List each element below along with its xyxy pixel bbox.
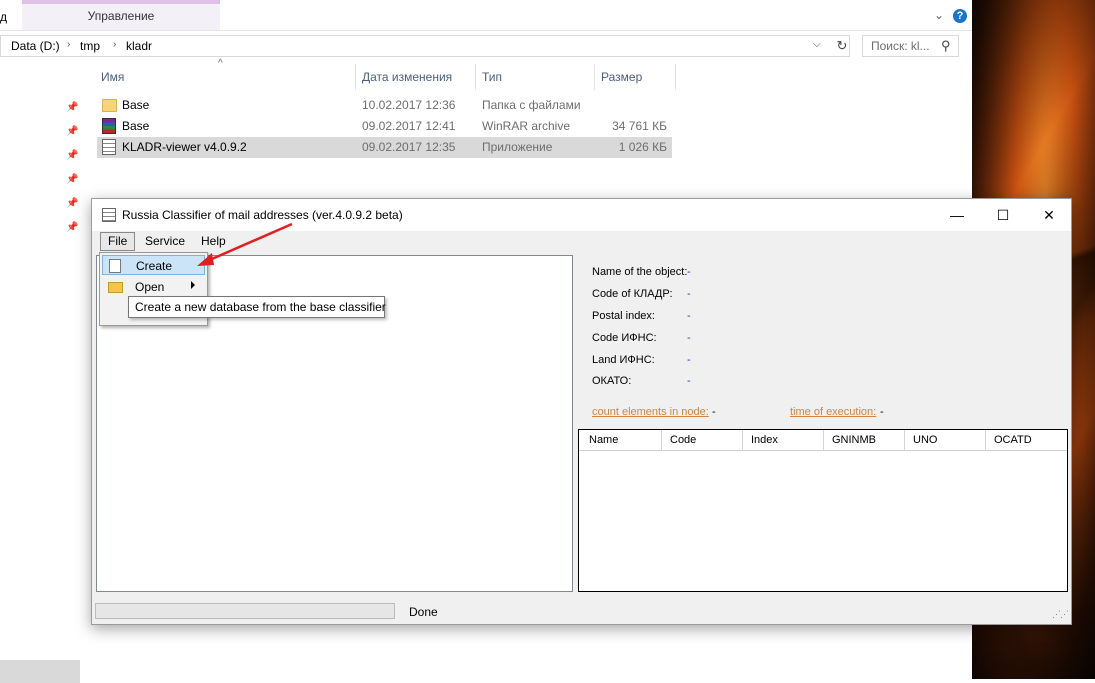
window-title: Russia Classifier of mail addresses [122,208,309,222]
column-header-date[interactable]: Дата изменения [362,70,452,84]
info-value: - [687,310,691,322]
navigation-pane: 📌 📌 📌 📌 📌 📌 [0,60,80,683]
menu-item-label: Create [136,259,173,273]
file-date: 09.02.2017 12:35 [362,140,456,154]
search-icon[interactable]: ⚲ [941,38,951,54]
file-row-selected[interactable]: KLADR-viewer v4.0.9.2 09.02.2017 12:35 П… [97,137,672,158]
info-value: - [687,375,691,387]
menu-help[interactable]: Help [194,232,233,251]
status-text: Done [409,605,438,619]
pin-icon[interactable]: 📌 [66,198,78,209]
object-info-panel: Name of the object: - Code of КЛАДР: - P… [576,255,1070,592]
pin-icon[interactable]: 📌 [66,174,78,185]
application-icon [102,139,116,155]
info-value: - [687,354,691,366]
pin-icon[interactable]: 📌 [66,126,78,137]
file-name: Base [122,119,150,133]
grid-header: Name Code Index GNINMB UNO OCATD [579,430,1067,451]
menu-item-open[interactable]: Open [102,277,205,297]
column-headers: Имя Дата изменения Тип Размер [96,64,676,90]
breadcrumb-drive[interactable]: Data (D:) [11,39,60,53]
app-icon [102,208,116,222]
grid-column-gninmb[interactable]: GNINMB [824,430,905,450]
chevron-right-icon[interactable]: › [113,39,116,50]
info-label: Land ИФНС: [592,354,655,366]
column-divider[interactable] [355,64,356,90]
tooltip: Create a new database from the base clas… [128,296,386,318]
info-label: Code ИФНС: [592,332,657,344]
file-date: 10.02.2017 12:36 [362,98,456,112]
grid-column-name[interactable]: Name [581,430,662,450]
chevron-right-icon[interactable]: › [67,39,70,50]
execution-time-link[interactable]: time of execution: [790,406,876,418]
info-label: Name of the object: [592,266,688,278]
column-header-type[interactable]: Тип [482,70,502,84]
info-value: - [687,332,691,344]
pin-icon[interactable]: 📌 [66,150,78,161]
winrar-icon [102,118,116,134]
info-label: Postal index: [592,310,655,322]
file-size: 1 026 КБ [618,140,667,154]
minimize-button[interactable]: — [934,199,980,231]
nav-item-selected[interactable] [0,660,80,683]
resize-grip-icon[interactable]: ⋰⋰ [1052,609,1069,620]
file-type: Папка с файлами [482,98,581,112]
grid-column-uno[interactable]: UNO [905,430,986,450]
close-button[interactable]: ✕ [1026,199,1072,231]
column-divider[interactable] [594,64,595,90]
grid-column-index[interactable]: Index [743,430,824,450]
refresh-icon[interactable]: ↻ [834,38,850,54]
info-label: ОКАТО: [592,375,632,387]
results-grid[interactable]: Name Code Index GNINMB UNO OCATD [578,429,1068,592]
search-placeholder: Поиск: kl... [871,39,930,53]
file-date: 09.02.2017 12:41 [362,119,456,133]
grid-column-code[interactable]: Code [662,430,743,450]
info-value: - [687,288,691,300]
file-size: 34 761 КБ [612,119,667,133]
submenu-arrow-icon [191,281,195,289]
info-label: Code of КЛАДР: [592,288,673,300]
classifier-app-window: Russia Classifier of mail addresses (ver… [91,198,1072,625]
column-header-size[interactable]: Размер [601,70,642,84]
ribbon-tab-partial[interactable]: д [0,10,7,24]
info-value: - [687,266,691,278]
breadcrumb-kladr[interactable]: kladr [126,39,152,53]
menu-item-label: Open [135,280,165,294]
pin-icon[interactable]: 📌 [66,102,78,113]
pin-icon[interactable]: 📌 [66,222,78,233]
folder-icon [102,99,117,112]
menu-item-create[interactable]: Create [102,255,205,275]
ribbon-tab-manage[interactable]: Управление [22,0,220,30]
ribbon: д Управление ⌄ ? [0,0,972,31]
status-bar: Done ⋰⋰ [92,600,1071,624]
grid-column-ocatd[interactable]: OCATD [986,430,1067,450]
column-divider[interactable] [475,64,476,90]
file-type: Приложение [482,140,553,154]
column-divider[interactable] [675,64,676,90]
file-row[interactable]: Base 10.02.2017 12:36 Папка с файлами [97,95,672,116]
column-header-name[interactable]: Имя [101,70,124,84]
file-row[interactable]: Base 09.02.2017 12:41 WinRAR archive 34 … [97,116,672,137]
address-bar[interactable]: Data (D:) › tmp › kladr ⌵ [0,35,850,57]
open-folder-icon [108,282,123,293]
menu-service[interactable]: Service [138,232,192,251]
file-name: Base [122,98,150,112]
progress-bar [95,603,395,619]
count-elements-link[interactable]: count elements in node: [592,406,709,418]
chevron-down-icon[interactable]: ⌄ [932,8,946,22]
breadcrumb-tmp[interactable]: tmp [80,39,100,53]
title-bar[interactable]: Russia Classifier of mail addresses (ver… [92,199,1071,231]
count-elements-value: - [712,406,716,418]
window-version: (ver.4.0.9.2 beta) [312,208,403,222]
maximize-button[interactable]: ☐ [980,199,1026,231]
menu-file[interactable]: File [100,232,136,251]
file-type: WinRAR archive [482,119,571,133]
execution-time-value: - [880,406,884,418]
search-input[interactable]: Поиск: kl... ⚲ [862,35,959,57]
new-document-icon [109,259,121,273]
file-name: KLADR-viewer v4.0.9.2 [122,140,247,154]
chevron-down-icon[interactable]: ⌵ [813,39,821,50]
help-icon[interactable]: ? [953,9,967,23]
menu-bar: File Service Help [92,231,1071,252]
